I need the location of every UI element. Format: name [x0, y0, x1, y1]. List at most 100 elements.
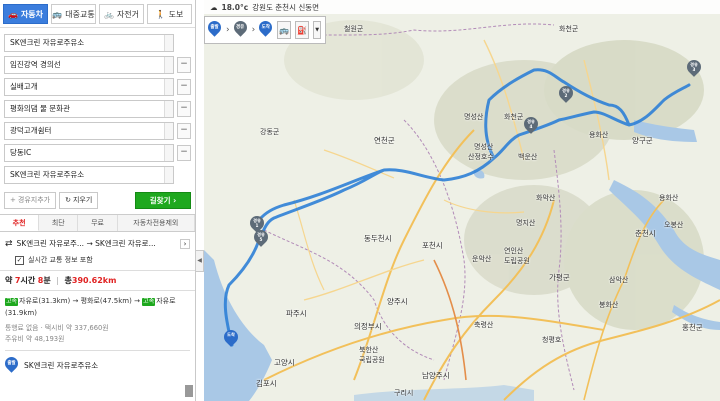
end-pin-icon[interactable]: 도착 — [256, 18, 275, 39]
transport-mode-tabs: 🚗 자동차 🚌 대중교통 🚲 자전거 🚶 도보 — [0, 0, 195, 28]
waypoint-pin-icon[interactable]: 경유 — [230, 18, 250, 39]
map-label: 김포시 — [256, 379, 277, 388]
drag-handle[interactable] — [164, 100, 173, 117]
pin-label: 경유 1 — [253, 218, 261, 228]
origin-input[interactable]: SK엔크린 자유로주유소 — [4, 33, 174, 52]
map-label: 철원군 — [344, 25, 364, 33]
waypoint-input[interactable]: 평화의댐 물 문화관 — [4, 99, 174, 118]
map-label: 축령산 — [474, 321, 494, 329]
map-label: 포천시 — [422, 241, 443, 250]
realtime-traffic-option[interactable]: ✓ 실시간 교통 정보 포함 — [15, 255, 190, 265]
swap-icon: ⇄ — [5, 238, 13, 249]
map-label: 가평군 — [549, 273, 570, 282]
map-canvas — [204, 20, 720, 401]
tab-free[interactable]: 무료 — [78, 215, 118, 231]
highway-badge: 고속 — [142, 298, 156, 306]
start-point-name: SK엔크린 자유로주유소 — [24, 360, 99, 370]
drag-handle[interactable] — [164, 56, 173, 73]
mode-walk-tab[interactable]: 🚶 도보 — [147, 4, 192, 24]
distance-prefix: 총 — [64, 276, 72, 285]
tab-recommended[interactable]: 추천 — [0, 215, 40, 231]
route-detail: 고속 자유로(31.3km) → 평화로(47.5km) → 고속 자유로 (31.… — [0, 290, 195, 351]
remove-waypoint-button[interactable]: − — [177, 122, 191, 139]
drag-handle[interactable] — [164, 78, 173, 95]
waypoint-input[interactable]: 당동IC — [4, 143, 174, 162]
stop-row: 실배고개 − — [4, 77, 191, 96]
map-label: 화천군 — [559, 25, 579, 33]
destination-input[interactable]: SK엔크린 자유로주유소 — [4, 165, 174, 184]
time-prefix: 약 — [5, 276, 13, 285]
pin-label: 경유 3 — [690, 62, 698, 72]
route-summary-line: ⇄ SK엔크린 자유로주... → SK엔크린 자유로... › — [5, 238, 190, 249]
mode-transit-tab[interactable]: 🚌 대중교통 — [51, 4, 96, 24]
drag-handle[interactable] — [164, 34, 173, 51]
waypoint-pin-2[interactable]: 경유 2 — [556, 83, 576, 108]
map-label: 운악산 — [472, 255, 492, 263]
route-actions: + 경유지추가 ↻ 지우기 길찾기 › — [0, 187, 195, 213]
stop-row: SK엔크린 자유로주유소 — [4, 33, 191, 52]
destination-pin[interactable]: 도착 — [221, 327, 241, 352]
map-label: 삼악산 — [609, 276, 629, 284]
clear-button[interactable]: ↻ 지우기 — [59, 191, 99, 209]
start-pin-icon[interactable]: 출발 — [205, 18, 224, 39]
remove-waypoint-button[interactable]: − — [177, 56, 191, 73]
waypoint-pin-5[interactable]: 경유 5 — [251, 227, 271, 252]
map-label: 화천군 — [504, 113, 524, 121]
fuel-info: 주유비 약 48,193원 — [5, 335, 65, 343]
stop-row: 임진강역 경의선 − — [4, 55, 191, 74]
refresh-icon: ↻ — [65, 196, 71, 204]
stop-value: 광덕고개쉼터 — [10, 126, 52, 135]
drag-handle[interactable] — [164, 122, 173, 139]
bus-layer-button[interactable]: 🚌 — [277, 21, 292, 39]
route-time-distance: 약 7시간 8분 | 총390.62km — [0, 270, 195, 290]
scrollbar[interactable] — [185, 385, 193, 397]
drag-handle[interactable] — [164, 166, 173, 183]
tab-exclude-motorway[interactable]: 자동차전용제외 — [118, 215, 196, 231]
stop-value: 실배고개 — [10, 82, 38, 91]
map-label: 남양주시 — [422, 371, 450, 380]
drag-handle[interactable] — [164, 144, 173, 161]
mode-bicycle-tab[interactable]: 🚲 자전거 — [99, 4, 144, 24]
via-points-toolbar: 출발 › 경유 › 도착 🚌 ⛽ ▼ — [204, 16, 326, 44]
stop-row: 당동IC − — [4, 143, 191, 162]
search-route-label: 길찾기 — [149, 195, 171, 205]
chevron-right-icon: › — [173, 195, 177, 205]
layer-dropdown-button[interactable]: ▼ — [313, 21, 322, 39]
stop-value: SK엔크린 자유로주유소 — [10, 38, 85, 47]
remove-waypoint-button[interactable]: − — [177, 78, 191, 95]
waypoint-pin-3[interactable]: 경유 3 — [684, 57, 704, 82]
bus-icon: 🚌 — [52, 9, 63, 19]
map-label: 강동군 — [260, 128, 280, 136]
segments-line: 고속 자유로(31.3km) → 평화로(47.5km) → 고속 자유로 — [5, 295, 190, 307]
map-label: 양구군 — [632, 136, 653, 145]
map-label: 구리시 — [394, 389, 414, 397]
map-view[interactable]: ☁ 18.0°c 강원도 춘천시 신동면 출발 › 경유 › 도착 🚌 ⛽ ▼ … — [204, 0, 720, 401]
waypoint-pin-4[interactable]: 경유 4 — [521, 114, 541, 139]
search-route-button[interactable]: 길찾기 › — [135, 191, 191, 209]
start-point-row[interactable]: 출발 SK엔크린 자유로주유소 — [0, 351, 195, 379]
realtime-label: 실시간 교통 정보 포함 — [28, 256, 93, 264]
tab-shortest[interactable]: 최단 — [39, 215, 79, 231]
route-detail-button[interactable]: › — [180, 238, 190, 249]
realtime-checkbox[interactable]: ✓ — [15, 255, 24, 265]
collapse-sidebar-button[interactable]: ◀ — [196, 250, 204, 272]
waypoint-input[interactable]: 임진강역 경의선 — [4, 55, 174, 74]
temperature: 18.0°c — [221, 2, 249, 12]
fuel-layer-button[interactable]: ⛽ — [295, 21, 310, 39]
toll-info: 통행료 없음 · 택시비 약 337,660원 — [5, 324, 109, 332]
bicycle-icon: 🚲 — [103, 9, 114, 19]
mode-car-tab[interactable]: 🚗 자동차 — [3, 4, 48, 24]
map-label: 연인산 — [504, 247, 524, 255]
pin-label: 경유 — [235, 25, 245, 30]
remove-waypoint-button[interactable]: − — [177, 100, 191, 117]
add-waypoint-button[interactable]: + 경유지추가 — [4, 191, 57, 209]
pin-label: 도착 — [227, 332, 235, 337]
map-label: 봉화산 — [599, 301, 619, 309]
route-sidebar: 🚗 자동차 🚌 대중교통 🚲 자전거 🚶 도보 SK엔크린 자유로주유소 임진강… — [0, 0, 196, 401]
mode-label: 자동차 — [20, 9, 44, 19]
waypoint-input[interactable]: 광덕고개쉼터 — [4, 121, 174, 140]
start-pin-icon: 출발 — [2, 354, 21, 373]
remove-waypoint-button[interactable]: − — [177, 144, 191, 161]
cloud-icon: ☁ — [210, 2, 218, 12]
waypoint-input[interactable]: 실배고개 — [4, 77, 174, 96]
